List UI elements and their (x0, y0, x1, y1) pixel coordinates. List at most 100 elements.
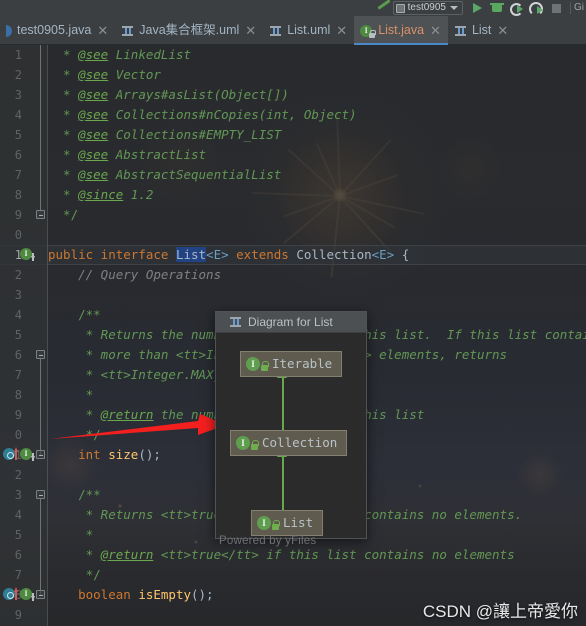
code-line: * @see Vector (48, 67, 161, 82)
uml-diagram-icon (121, 24, 134, 38)
line-number: 4 (14, 108, 22, 122)
code-line: * @see AbstractSequentialList (48, 167, 282, 182)
line-number: 8 (14, 188, 22, 202)
code-line: * (48, 527, 94, 542)
toolbar-divider (570, 2, 571, 14)
line-number: 2 (14, 468, 22, 482)
line-number: 5 (14, 328, 22, 342)
uml-diagram-icon (454, 24, 467, 38)
line-number: 8 (14, 388, 22, 402)
tab-label: List.uml (287, 23, 331, 37)
line-number: 6 (14, 548, 22, 562)
csdn-watermark: CSDN @讓上帝愛你 (422, 602, 578, 621)
lock-icon (272, 520, 280, 530)
line-number: 9 (14, 408, 22, 422)
yfiles-watermark-wrap: Powered by yFiles (219, 531, 316, 549)
line-number: 3 (14, 288, 22, 302)
close-icon[interactable]: ✕ (96, 16, 108, 45)
line-number: 6 (14, 148, 22, 162)
tab-label: Java集合框架.uml (139, 23, 240, 37)
interface-icon: I (236, 435, 259, 451)
fold-region-line (40, 359, 41, 455)
fold-handle[interactable] (36, 590, 45, 599)
interface-icon: I (257, 515, 280, 531)
close-icon[interactable]: ✕ (429, 16, 441, 45)
uml-diagram-icon (269, 24, 282, 38)
implemented-marker[interactable] (20, 588, 35, 601)
diagram-popup[interactable]: Diagram for List I Iterable I Collection… (215, 311, 367, 539)
fold-handle[interactable] (36, 450, 45, 459)
line-number: 1 (14, 48, 22, 62)
edge-list-to-collection (282, 456, 284, 512)
bug-icon[interactable] (487, 0, 507, 16)
diagram-node-collection[interactable]: I Collection (230, 430, 348, 456)
close-icon[interactable]: ✕ (244, 16, 256, 45)
code-line: * @see Collections#EMPTY_LIST (48, 127, 282, 142)
arrow-up-icon (14, 447, 18, 460)
override-marker[interactable] (3, 447, 18, 461)
java-file-icon (6, 24, 12, 38)
fold-handle[interactable] (36, 350, 45, 359)
yfiles-watermark: Powered by yFiles (219, 535, 317, 547)
code-line: */ (48, 567, 101, 582)
stop-square-icon (547, 0, 567, 16)
diagram-node-label: Collection (262, 435, 338, 450)
code-line: * (48, 387, 94, 402)
lock-icon (369, 29, 377, 38)
chevron-down-icon[interactable] (450, 6, 458, 10)
tab-test0905-java[interactable]: test0905.java ✕ (0, 16, 115, 45)
code-line: * @see Collections#nCopies(int, Object) (48, 107, 357, 122)
line-number: 2 (14, 268, 22, 282)
code-line: * @since 1.2 (48, 187, 154, 202)
line-number: 2 (14, 68, 22, 82)
lock-icon (251, 440, 259, 450)
line-number: 1 (14, 248, 22, 262)
code-line: public interface List<E> extends Collect… (48, 247, 410, 262)
code-line: /** (48, 307, 101, 322)
popup-title-label: Diagram for List (248, 314, 333, 329)
line-number: 3 (14, 88, 22, 102)
fold-handle[interactable] (36, 490, 45, 499)
run-configuration-selector[interactable]: test0905 (392, 1, 463, 15)
code-line: boolean isEmpty(); (48, 587, 214, 602)
close-icon[interactable]: ✕ (335, 16, 347, 45)
line-number: 7 (14, 368, 22, 382)
implemented-marker[interactable] (20, 448, 35, 461)
editor-tab-bar: test0905.java ✕ Java集合框架.uml ✕ List.uml … (0, 16, 586, 45)
line-number: 3 (14, 488, 22, 502)
arrow-down-icon (31, 453, 35, 461)
tab-list-java[interactable]: I List.java ✕ (354, 16, 448, 45)
lock-icon (261, 361, 269, 371)
tab-label: List.java (378, 23, 425, 37)
edge-collection-to-iterable (282, 377, 284, 433)
implemented-marker[interactable] (20, 248, 35, 261)
line-number: 7 (14, 168, 22, 182)
annotation-arrow (50, 414, 226, 439)
diagram-canvas[interactable]: I Iterable I Collection I List (216, 333, 366, 538)
code-line: * @see AbstractList (48, 147, 207, 162)
play-icon[interactable] (467, 0, 487, 16)
line-number: 0 (14, 228, 22, 242)
arrow-up-icon (14, 587, 18, 600)
diagram-node-iterable[interactable]: I Iterable (240, 351, 343, 377)
tab-list[interactable]: List ✕ (448, 16, 515, 45)
line-number: 4 (14, 308, 22, 322)
profile-icon[interactable] (527, 0, 547, 16)
code-editor[interactable]: 12345678901234567890123456789 * @see Lin… (0, 45, 586, 626)
class-box-icon (395, 3, 405, 13)
tab-java-collections-uml[interactable]: Java集合框架.uml ✕ (115, 16, 263, 45)
code-line: // Query Operations (48, 267, 222, 282)
tab-list-uml[interactable]: List.uml ✕ (263, 16, 354, 45)
override-marker[interactable] (3, 587, 18, 601)
code-line: int size(); (48, 447, 161, 462)
fold-handle[interactable] (36, 210, 45, 219)
arrow-down-icon (31, 593, 35, 601)
code-line: * @see LinkedList (48, 47, 192, 62)
fold-region-line (40, 45, 41, 210)
coverage-icon[interactable] (507, 0, 527, 16)
close-icon[interactable]: ✕ (496, 16, 508, 45)
fold-region-line (40, 499, 41, 595)
hammer-icon[interactable] (375, 0, 393, 16)
line-number: 5 (14, 128, 22, 142)
run-configuration-label: test0905 (407, 2, 446, 13)
